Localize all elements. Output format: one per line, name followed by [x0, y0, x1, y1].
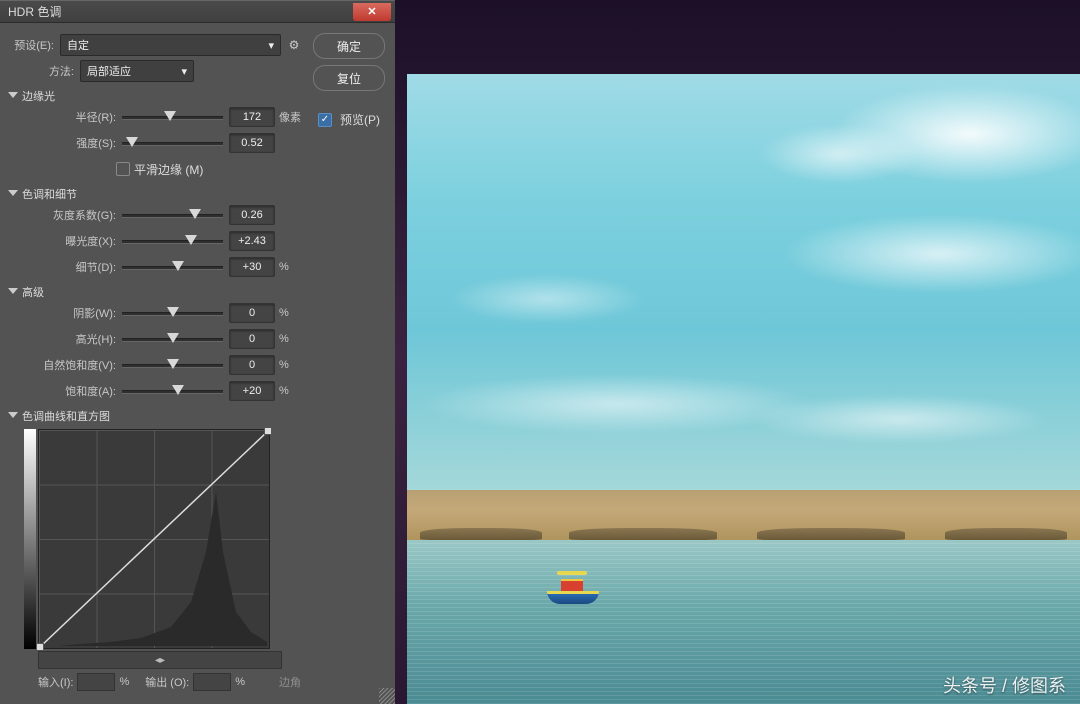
exposure-input[interactable]: +2.43 — [229, 231, 275, 251]
highlight-input[interactable]: 0 — [229, 329, 275, 349]
saturation-input[interactable]: +20 — [229, 381, 275, 401]
section-curve-histogram[interactable]: 色调曲线和直方图 — [6, 407, 301, 425]
preset-dropdown[interactable]: 自定 ▾ — [60, 34, 281, 56]
detail-input[interactable]: +30 — [229, 257, 275, 277]
vibrance-slider[interactable] — [122, 358, 223, 372]
detail-slider[interactable] — [122, 260, 223, 274]
gear-icon[interactable]: ⚙ — [287, 38, 301, 52]
highlight-slider[interactable] — [122, 332, 223, 346]
input-label: 输入(I): — [38, 674, 73, 690]
close-button[interactable]: ✕ — [353, 3, 391, 21]
boat-graphic — [547, 591, 599, 604]
smooth-edges-label: 平滑边缘 (M) — [134, 161, 203, 178]
histogram-range-bar[interactable]: ◂▸ — [38, 651, 282, 669]
gradient-strip — [24, 429, 36, 649]
chevron-down-icon: ▾ — [268, 39, 274, 52]
section-edge-glow[interactable]: 边缘光 — [6, 87, 301, 105]
vibrance-label: 自然饱和度(V): — [6, 357, 122, 373]
method-label: 方法: — [26, 63, 80, 79]
shadow-input[interactable]: 0 — [229, 303, 275, 323]
radius-label: 半径(R): — [6, 109, 122, 125]
corner-label: 边角 — [279, 674, 301, 690]
strength-slider[interactable] — [122, 136, 223, 150]
gamma-slider[interactable] — [122, 208, 223, 222]
saturation-slider[interactable] — [122, 384, 223, 398]
smooth-edges-checkbox[interactable] — [116, 162, 130, 176]
output-label: 输出 (O): — [145, 674, 189, 690]
titlebar[interactable]: HDR 色调 ✕ — [0, 0, 395, 23]
hdr-toning-dialog: HDR 色调 ✕ 预设(E): 自定 ▾ ⚙ 方法: 局部适应 — [0, 0, 395, 704]
section-tone-detail[interactable]: 色调和细节 — [6, 185, 301, 203]
resize-handle[interactable] — [379, 688, 395, 704]
exposure-slider[interactable] — [122, 234, 223, 248]
section-advanced[interactable]: 高级 — [6, 283, 301, 301]
curve-point[interactable] — [264, 427, 272, 435]
gamma-input[interactable]: 0.26 — [229, 205, 275, 225]
curve-point[interactable] — [36, 643, 44, 651]
preview-checkbox[interactable] — [318, 113, 332, 127]
method-dropdown[interactable]: 局部适应 ▾ — [80, 60, 194, 82]
reset-button[interactable]: 复位 — [313, 65, 385, 91]
curve-output-field[interactable] — [193, 673, 231, 691]
radius-slider[interactable] — [122, 110, 223, 124]
watermark: 头条号 / 修图系 — [943, 672, 1066, 698]
radius-input[interactable]: 172 — [229, 107, 275, 127]
document-canvas[interactable]: 头条号 / 修图系 — [395, 0, 1080, 704]
exposure-label: 曝光度(X): — [6, 233, 122, 249]
ok-button[interactable]: 确定 — [313, 33, 385, 59]
vibrance-input[interactable]: 0 — [229, 355, 275, 375]
strength-label: 强度(S): — [6, 135, 122, 151]
saturation-label: 饱和度(A): — [6, 383, 122, 399]
preview-label: 预览(P) — [340, 111, 380, 128]
curve-input-field[interactable] — [77, 673, 115, 691]
strength-input[interactable]: 0.52 — [229, 133, 275, 153]
gamma-label: 灰度系数(G): — [6, 207, 122, 223]
shadow-slider[interactable] — [122, 306, 223, 320]
chevron-down-icon: ▾ — [181, 65, 187, 78]
histogram-icon — [41, 432, 267, 646]
preview-image: 头条号 / 修图系 — [407, 74, 1080, 704]
preset-label: 预设(E): — [6, 37, 60, 53]
shadow-label: 阴影(W): — [6, 305, 122, 321]
detail-label: 细节(D): — [6, 259, 122, 275]
dialog-title: HDR 色调 — [0, 3, 61, 20]
highlight-label: 高光(H): — [6, 331, 122, 347]
tone-curve-editor[interactable] — [38, 429, 270, 649]
split-handle-icon[interactable]: ◂▸ — [149, 655, 171, 666]
